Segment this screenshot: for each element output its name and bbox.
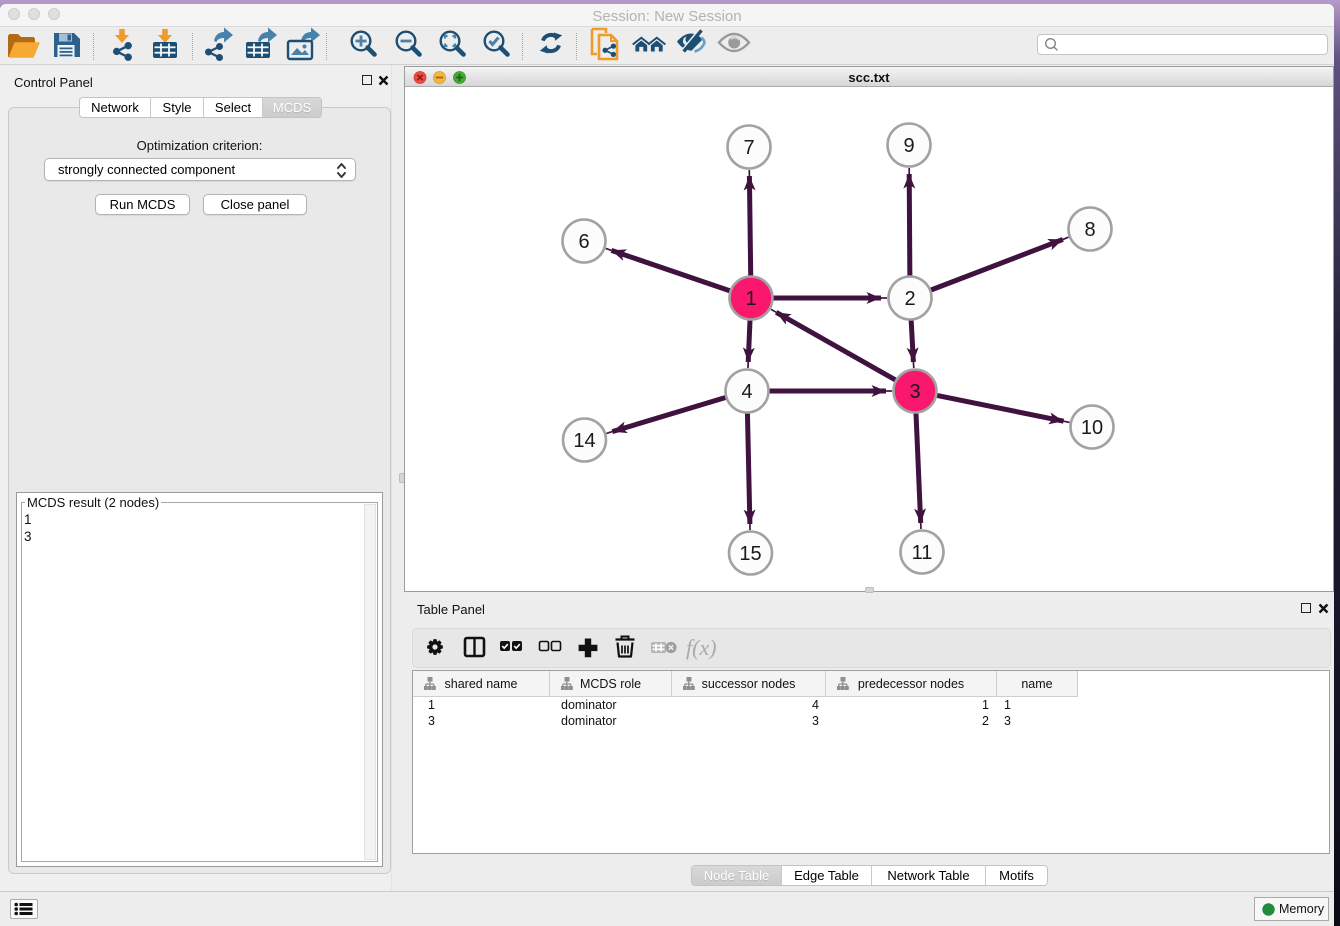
svg-text:2: 2 (904, 288, 915, 310)
svg-text:4: 4 (741, 381, 752, 403)
svg-text:3: 3 (909, 381, 920, 403)
svg-text:9: 9 (903, 135, 914, 157)
svg-text:14: 14 (573, 430, 595, 452)
svg-text:10: 10 (1081, 417, 1103, 439)
svg-text:6: 6 (578, 231, 589, 253)
svg-text:8: 8 (1084, 219, 1095, 241)
svg-text:1: 1 (745, 288, 756, 310)
svg-text:11: 11 (912, 542, 933, 564)
svg-text:f(x): f(x) (686, 635, 717, 660)
svg-text:7: 7 (743, 137, 754, 159)
svg-text:15: 15 (739, 543, 761, 565)
